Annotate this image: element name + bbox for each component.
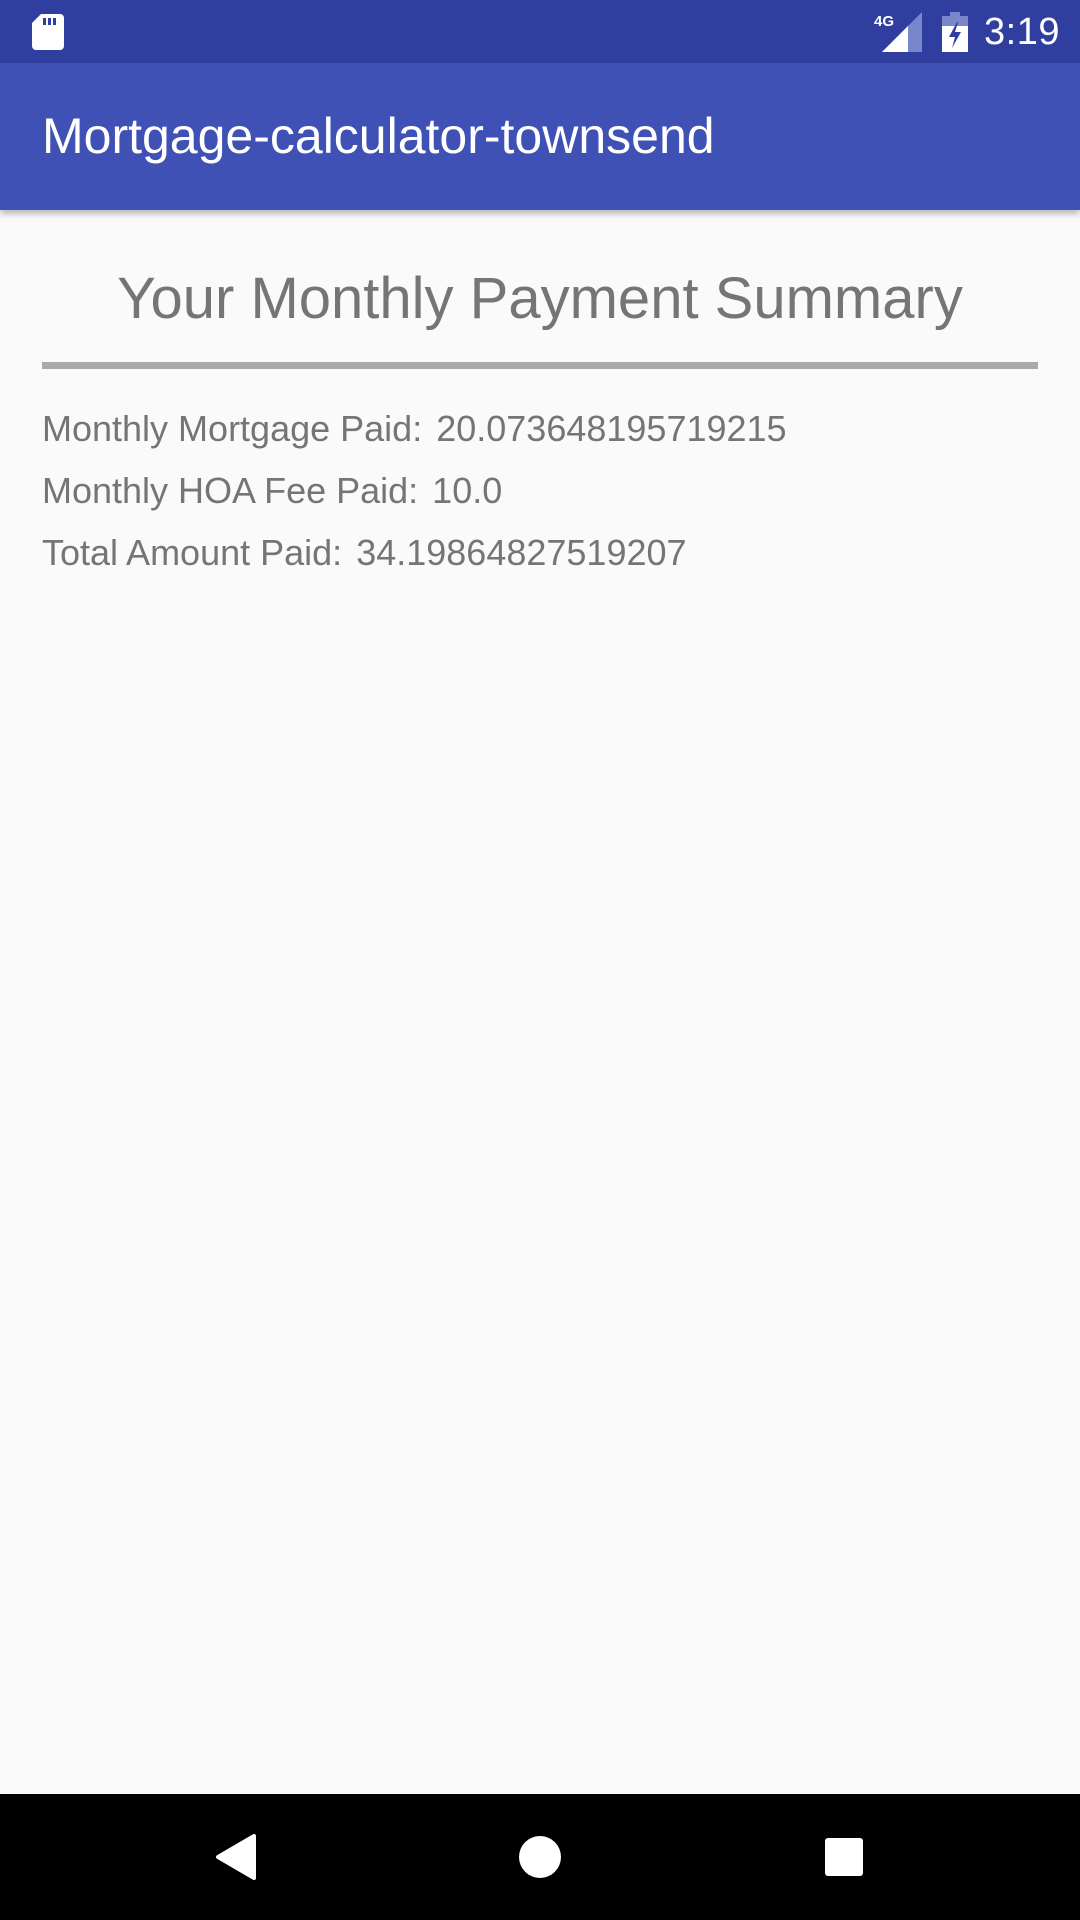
total-paid-label: Total Amount Paid: xyxy=(42,532,343,573)
sd-card-icon xyxy=(32,14,64,50)
back-icon xyxy=(216,1834,256,1880)
status-bar: 4G 3:19 xyxy=(0,0,1080,63)
navigation-bar xyxy=(0,1794,1080,1920)
back-button[interactable] xyxy=(196,1817,276,1897)
home-icon xyxy=(519,1836,561,1878)
mortgage-paid-label: Monthly Mortgage Paid: xyxy=(42,408,423,449)
recents-icon xyxy=(825,1838,863,1876)
hoa-fee-paid-row: Monthly HOA Fee Paid: 10.0 xyxy=(42,466,502,516)
mortgage-paid-value: 20.073648195719215 xyxy=(436,408,787,449)
recents-button[interactable] xyxy=(804,1817,884,1897)
total-paid-row: Total Amount Paid: 34.19864827519207 xyxy=(42,528,687,578)
summary-content: Your Monthly Payment Summary Monthly Mor… xyxy=(0,210,1080,1794)
signal-4g-icon: 4G xyxy=(874,12,922,52)
summary-heading: Your Monthly Payment Summary xyxy=(117,266,963,331)
app-title: Mortgage-calculator-townsend xyxy=(42,108,715,164)
battery-charging-icon xyxy=(942,12,968,52)
network-label: 4G xyxy=(874,13,894,30)
mortgage-paid-row: Monthly Mortgage Paid: 20.073648195719215 xyxy=(42,404,787,454)
hoa-fee-paid-value: 10.0 xyxy=(432,470,503,511)
total-paid-value: 34.19864827519207 xyxy=(356,532,687,573)
status-clock: 3:19 xyxy=(984,11,1060,53)
app-toolbar: Mortgage-calculator-townsend xyxy=(0,63,1080,210)
home-button[interactable] xyxy=(500,1817,580,1897)
summary-divider xyxy=(42,362,1038,369)
hoa-fee-paid-label: Monthly HOA Fee Paid: xyxy=(42,470,419,511)
